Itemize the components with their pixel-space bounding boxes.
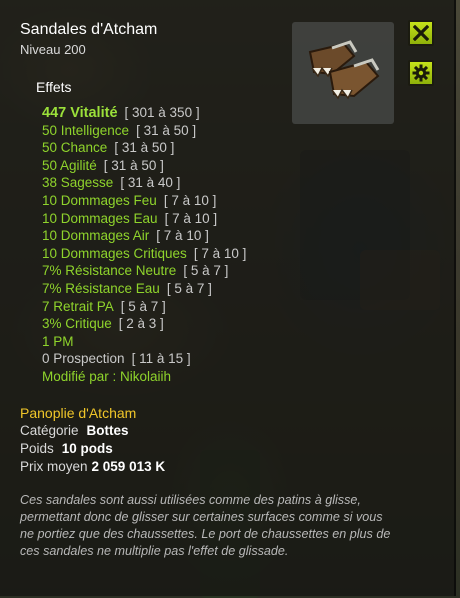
effect-line: 50 Chance [ 31 à 50 ]: [42, 139, 246, 157]
weight-row: Poids 10 pods: [20, 441, 113, 456]
item-level: Niveau 200: [20, 42, 86, 57]
price-label: Prix moyen: [20, 459, 88, 474]
effect-range: [ 11 à 15 ]: [131, 351, 191, 367]
effect-range: [ 5 à 7 ]: [120, 298, 166, 314]
effect-value: 50 Intelligence: [42, 122, 130, 138]
effect-range: [ 31 à 50 ]: [103, 157, 164, 173]
effect-line: 38 Sagesse [ 31 à 40 ]: [42, 174, 246, 192]
category-label: Catégorie: [20, 423, 79, 438]
effect-line: 1 PM: [42, 333, 246, 351]
effect-range: [ 31 à 50 ]: [136, 122, 197, 138]
effect-line: 10 Dommages Eau [ 7 à 10 ]: [42, 210, 246, 228]
category-row: Catégorie Bottes: [20, 423, 129, 438]
effect-range: [ 5 à 7 ]: [166, 280, 212, 296]
effect-line: 10 Dommages Critiques [ 7 à 10 ]: [42, 245, 246, 263]
effect-value: 10 Dommages Critiques: [42, 245, 187, 261]
effect-line: 0 Prospection [ 11 à 15 ]: [42, 350, 246, 368]
effect-value: 38 Sagesse: [42, 175, 114, 191]
effect-value: 447 Vitalité: [42, 105, 118, 121]
effect-value: 1 PM: [42, 333, 74, 349]
modified-by: Modifié par : Nikolaiih: [42, 368, 172, 384]
effects-title: Effets: [36, 79, 72, 95]
effect-value: 10 Dommages Eau: [42, 210, 158, 226]
effect-range: [ 7 à 10 ]: [193, 245, 247, 261]
effect-line: 10 Dommages Feu [ 7 à 10 ]: [42, 192, 246, 210]
effect-line: 10 Dommages Air [ 7 à 10 ]: [42, 227, 246, 245]
effect-range: [ 31 à 40 ]: [120, 175, 181, 191]
effects-list: 447 Vitalité [ 301 à 350 ] 50 Intelligenc…: [42, 104, 246, 386]
effect-range: [ 301 à 350 ]: [124, 105, 200, 120]
effect-value: 10 Dommages Feu: [42, 192, 157, 208]
weight-label: Poids: [20, 441, 54, 456]
effect-value: 10 Dommages Air: [42, 228, 150, 244]
effect-value: 50 Chance: [42, 140, 108, 156]
item-image-frame: [292, 22, 394, 124]
effect-line: 3% Critique [ 2 à 3 ]: [42, 315, 246, 333]
sandals-icon: [308, 40, 380, 100]
gear-icon: [412, 64, 430, 82]
item-description: Ces sandales sont aussi utilisées comme …: [20, 493, 391, 558]
close-button[interactable]: [408, 20, 434, 46]
price-value: 2 059 013 K: [91, 459, 166, 474]
effect-range: [ 7 à 10 ]: [163, 192, 217, 208]
settings-button[interactable]: [408, 60, 434, 86]
effect-range: [ 31 à 50 ]: [114, 140, 175, 156]
close-icon: [413, 25, 429, 41]
item-name: Sandales d'Atcham: [20, 21, 158, 38]
effect-line: 7% Résistance Neutre [ 5 à 7 ]: [42, 262, 246, 280]
effect-range: [ 7 à 10 ]: [164, 210, 218, 226]
effect-line: 7% Résistance Eau [ 5 à 7 ]: [42, 280, 246, 298]
effect-range: [ 5 à 7 ]: [183, 263, 229, 279]
effect-line: 7 Retrait PA [ 5 à 7 ]: [42, 298, 246, 316]
effect-line: 50 Intelligence [ 31 à 50 ]: [42, 122, 246, 140]
effect-value: 7% Résistance Eau: [42, 280, 160, 296]
category-value: Bottes: [86, 423, 129, 438]
effect-value: 7 Retrait PA: [42, 298, 114, 314]
effect-line: 447 Vitalité [ 301 à 350 ]: [42, 104, 246, 122]
effect-range: [ 7 à 10 ]: [156, 228, 209, 244]
effect-line: 50 Agilité [ 31 à 50 ]: [42, 157, 246, 175]
effect-value: 50 Agilité: [42, 157, 97, 173]
effect-value: 7% Résistance Neutre: [42, 263, 177, 279]
weight-value: 10 pods: [61, 441, 113, 456]
effect-value: 0 Prospection: [42, 351, 125, 367]
effect-range: [ 2 à 3 ]: [118, 316, 164, 332]
effect-value: 3% Critique: [42, 316, 112, 332]
price-row: Prix moyen 2 059 013 K: [20, 459, 165, 474]
item-tooltip-panel: Sandales d'Atcham Niveau 200 Effets 447 …: [0, 0, 456, 596]
set-name-link[interactable]: Panoplie d'Atcham: [20, 405, 136, 421]
